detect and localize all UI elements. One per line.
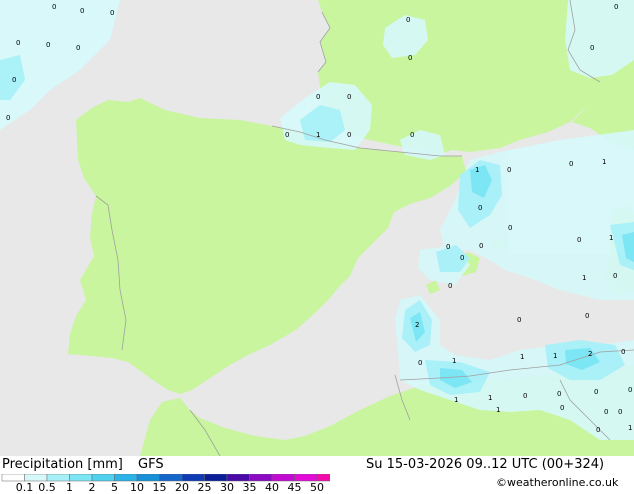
point-label: 0 xyxy=(594,388,598,396)
legend-swatch xyxy=(181,474,205,482)
point-label: 1 xyxy=(488,394,492,402)
point-label: 0 xyxy=(52,3,56,11)
point-label: 0 xyxy=(478,204,482,212)
point-label: 1 xyxy=(454,396,458,404)
legend-label: 35 xyxy=(242,481,257,494)
point-label: 0 xyxy=(604,408,608,416)
legend-swatch xyxy=(316,474,330,482)
point-label: 1 xyxy=(582,274,586,282)
point-label: 0 xyxy=(316,93,320,101)
legend-label: 10 xyxy=(130,481,144,494)
point-label: 1 xyxy=(316,131,320,139)
legend-swatch xyxy=(114,474,138,482)
legend-swatch xyxy=(1,474,25,482)
point-label: 0 xyxy=(406,16,410,24)
legend-label: 30 xyxy=(220,481,234,494)
point-label: 0 xyxy=(16,39,20,47)
legend-swatch xyxy=(24,474,48,482)
point-label: 0 xyxy=(560,404,564,412)
point-label: 0 xyxy=(479,242,483,250)
legend-label: 15 xyxy=(152,481,167,494)
point-label: 1 xyxy=(475,166,479,174)
legend-label: 1 xyxy=(66,481,73,494)
footer: Precipitation [mm] GFS Su 15-03-2026 09.… xyxy=(0,456,634,494)
point-label: 0 xyxy=(46,41,50,49)
point-label: 0 xyxy=(613,272,617,280)
point-label: 0 xyxy=(557,390,561,398)
point-label: 0 xyxy=(285,131,289,139)
legend-swatch xyxy=(46,474,70,482)
point-label: 0 xyxy=(508,224,512,232)
point-label: 0 xyxy=(76,44,80,52)
legend-label: 2 xyxy=(88,481,96,494)
point-label: 0 xyxy=(585,312,589,320)
point-label: 1 xyxy=(520,353,524,361)
point-label: 0 xyxy=(614,3,618,11)
point-label: 0 xyxy=(507,166,511,174)
legend-label: 50 xyxy=(310,481,324,494)
point-label: 1 xyxy=(609,234,613,242)
point-label: 0 xyxy=(569,160,573,168)
legend-swatch xyxy=(69,474,93,482)
point-label: 0 xyxy=(448,282,452,290)
point-label: 0 xyxy=(408,54,412,62)
point-label: 0 xyxy=(628,386,632,394)
point-label: 0 xyxy=(6,114,10,122)
point-label: 1 xyxy=(452,357,456,365)
legend-label: 20 xyxy=(175,481,189,494)
legend-swatch xyxy=(91,474,115,482)
point-label: 2 xyxy=(588,350,592,358)
model-name: GFS xyxy=(138,457,164,472)
precipitation-map: 0 0 0 0 0 0 0 0 0 0 0 0 0 0 1 0 0 0 1 0 … xyxy=(0,0,634,456)
point-label: 1 xyxy=(553,352,557,360)
point-label: 0 xyxy=(110,9,114,17)
legend-label: 5 xyxy=(111,481,118,494)
legend-swatch xyxy=(226,474,250,482)
point-label: 0 xyxy=(621,348,625,356)
point-label: 0 xyxy=(517,316,521,324)
point-label: 1 xyxy=(628,424,632,432)
legend-label: 0.1 xyxy=(15,481,34,494)
point-label: 0 xyxy=(523,392,527,400)
valid-time: Su 15-03-2026 09..12 UTC (00+324) xyxy=(366,457,605,472)
point-label: 0 xyxy=(418,359,422,367)
legend-swatch xyxy=(159,474,183,482)
legend-label: 40 xyxy=(265,481,279,494)
point-label: 0 xyxy=(80,7,84,15)
point-label: 0 xyxy=(590,44,594,52)
credit-text: ©weatheronline.co.uk xyxy=(496,476,619,489)
point-label: 0 xyxy=(347,93,351,101)
point-label: 0 xyxy=(460,254,464,262)
legend-swatch xyxy=(136,474,160,482)
legend-swatch xyxy=(271,474,295,482)
legend-label: 0.5 xyxy=(38,481,56,494)
point-label: 0 xyxy=(618,408,622,416)
point-label: 0 xyxy=(596,426,600,434)
point-label: 0 xyxy=(410,131,414,139)
legend-label: 25 xyxy=(197,481,212,494)
legend-swatch xyxy=(294,474,318,482)
point-label: 0 xyxy=(577,236,581,244)
legend-swatch xyxy=(249,474,273,482)
point-label: 2 xyxy=(415,321,419,329)
point-label: 1 xyxy=(602,158,606,166)
legend-label: 45 xyxy=(287,481,302,494)
map-title: Precipitation [mm] xyxy=(2,457,123,472)
legend-swatch xyxy=(204,474,228,482)
point-label: 0 xyxy=(347,131,351,139)
point-label: 1 xyxy=(496,406,500,414)
point-label: 0 xyxy=(12,76,16,84)
point-label: 0 xyxy=(446,243,450,251)
